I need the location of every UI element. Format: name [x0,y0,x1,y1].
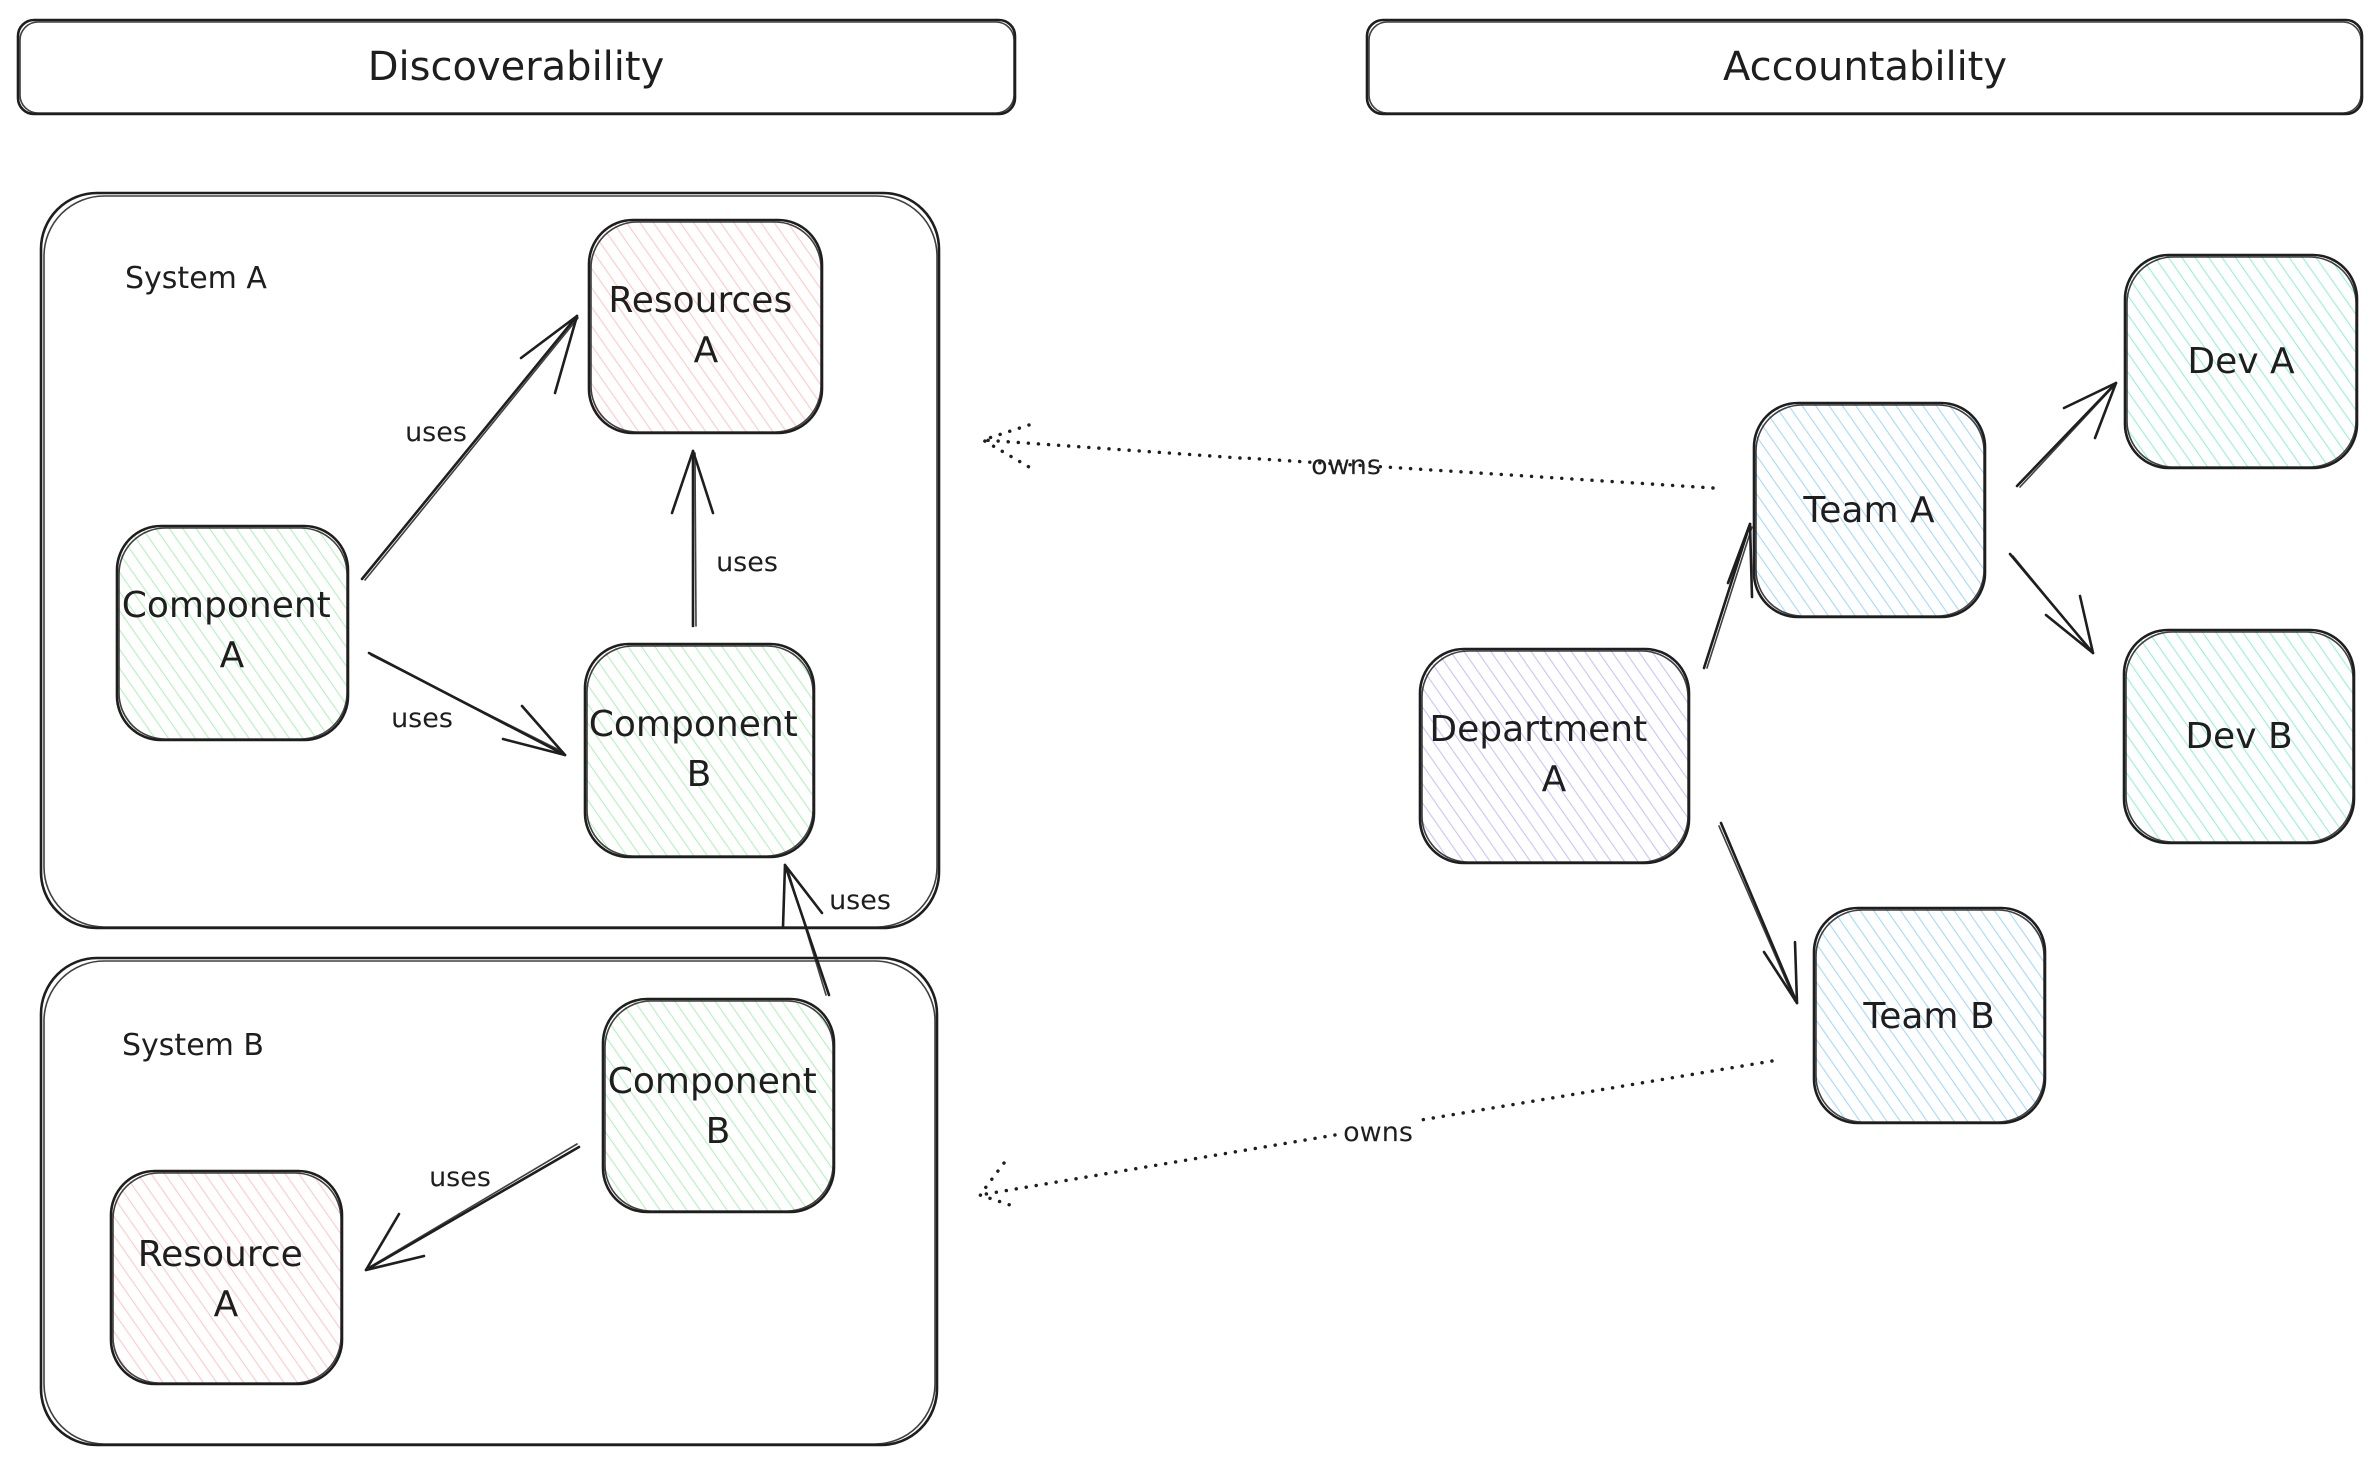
edge-team-a-owns-system-a[interactable]: owns [978,423,1715,490]
node-dev-b-label: Dev B [2185,716,2292,757]
group-system-b-label: System B [122,1028,264,1063]
node-department-a[interactable]: Department A [1418,647,1691,865]
node-dev-b[interactable]: Dev B [2122,628,2356,845]
node-component-b-system-b[interactable]: Component B [601,997,836,1214]
edge-label-owns: owns [1343,1117,1413,1148]
edge-label-uses: uses [391,703,453,734]
edge-team-a-to-dev-b[interactable] [2008,552,2095,655]
diagram-canvas: Discoverability Accountability System A … [16,18,2364,1447]
edge-component-a-uses-component-b[interactable]: uses [367,651,567,757]
node-resources-a[interactable]: Resources A [587,218,824,435]
header-accountability-label: Accountability [1723,44,2007,90]
edge-department-a-to-team-a[interactable] [1702,522,1754,670]
edge-component-b-uses-resource-a[interactable]: uses [364,1143,581,1272]
edge-label-uses: uses [716,547,778,578]
node-component-a[interactable]: Component A [115,524,350,742]
header-accountability: Accountability [1365,18,2364,116]
edge-component-a-uses-resources-a[interactable]: uses [360,314,579,581]
header-discoverability-label: Discoverability [368,44,665,90]
edge-team-b-owns-system-b[interactable]: owns [977,1059,1774,1207]
edge-label-uses: uses [429,1162,491,1193]
header-discoverability: Discoverability [16,18,1017,116]
node-team-a-label: Team A [1802,490,1935,531]
node-team-b[interactable]: Team B [1812,906,2047,1125]
edge-department-a-to-team-b[interactable] [1718,821,1799,1005]
edge-label-owns: owns [1311,450,1381,481]
edge-system-b-component-b-uses-system-a-component-b[interactable]: uses [781,863,891,997]
edge-team-a-to-dev-a[interactable] [2015,381,2118,488]
edge-label-uses: uses [829,885,891,916]
edge-label-uses: uses [405,417,467,448]
node-team-b-label: Team B [1862,996,1994,1037]
node-team-a[interactable]: Team A [1752,401,1987,619]
edge-component-b-uses-resources-a[interactable]: uses [670,449,778,628]
node-dev-a[interactable]: Dev A [2123,253,2359,470]
node-dev-a-label: Dev A [2187,341,2295,382]
group-system-a-label: System A [125,261,267,296]
node-component-b-system-a[interactable]: Component B [583,642,816,859]
node-resource-a-system-b[interactable]: Resource A [109,1169,344,1386]
